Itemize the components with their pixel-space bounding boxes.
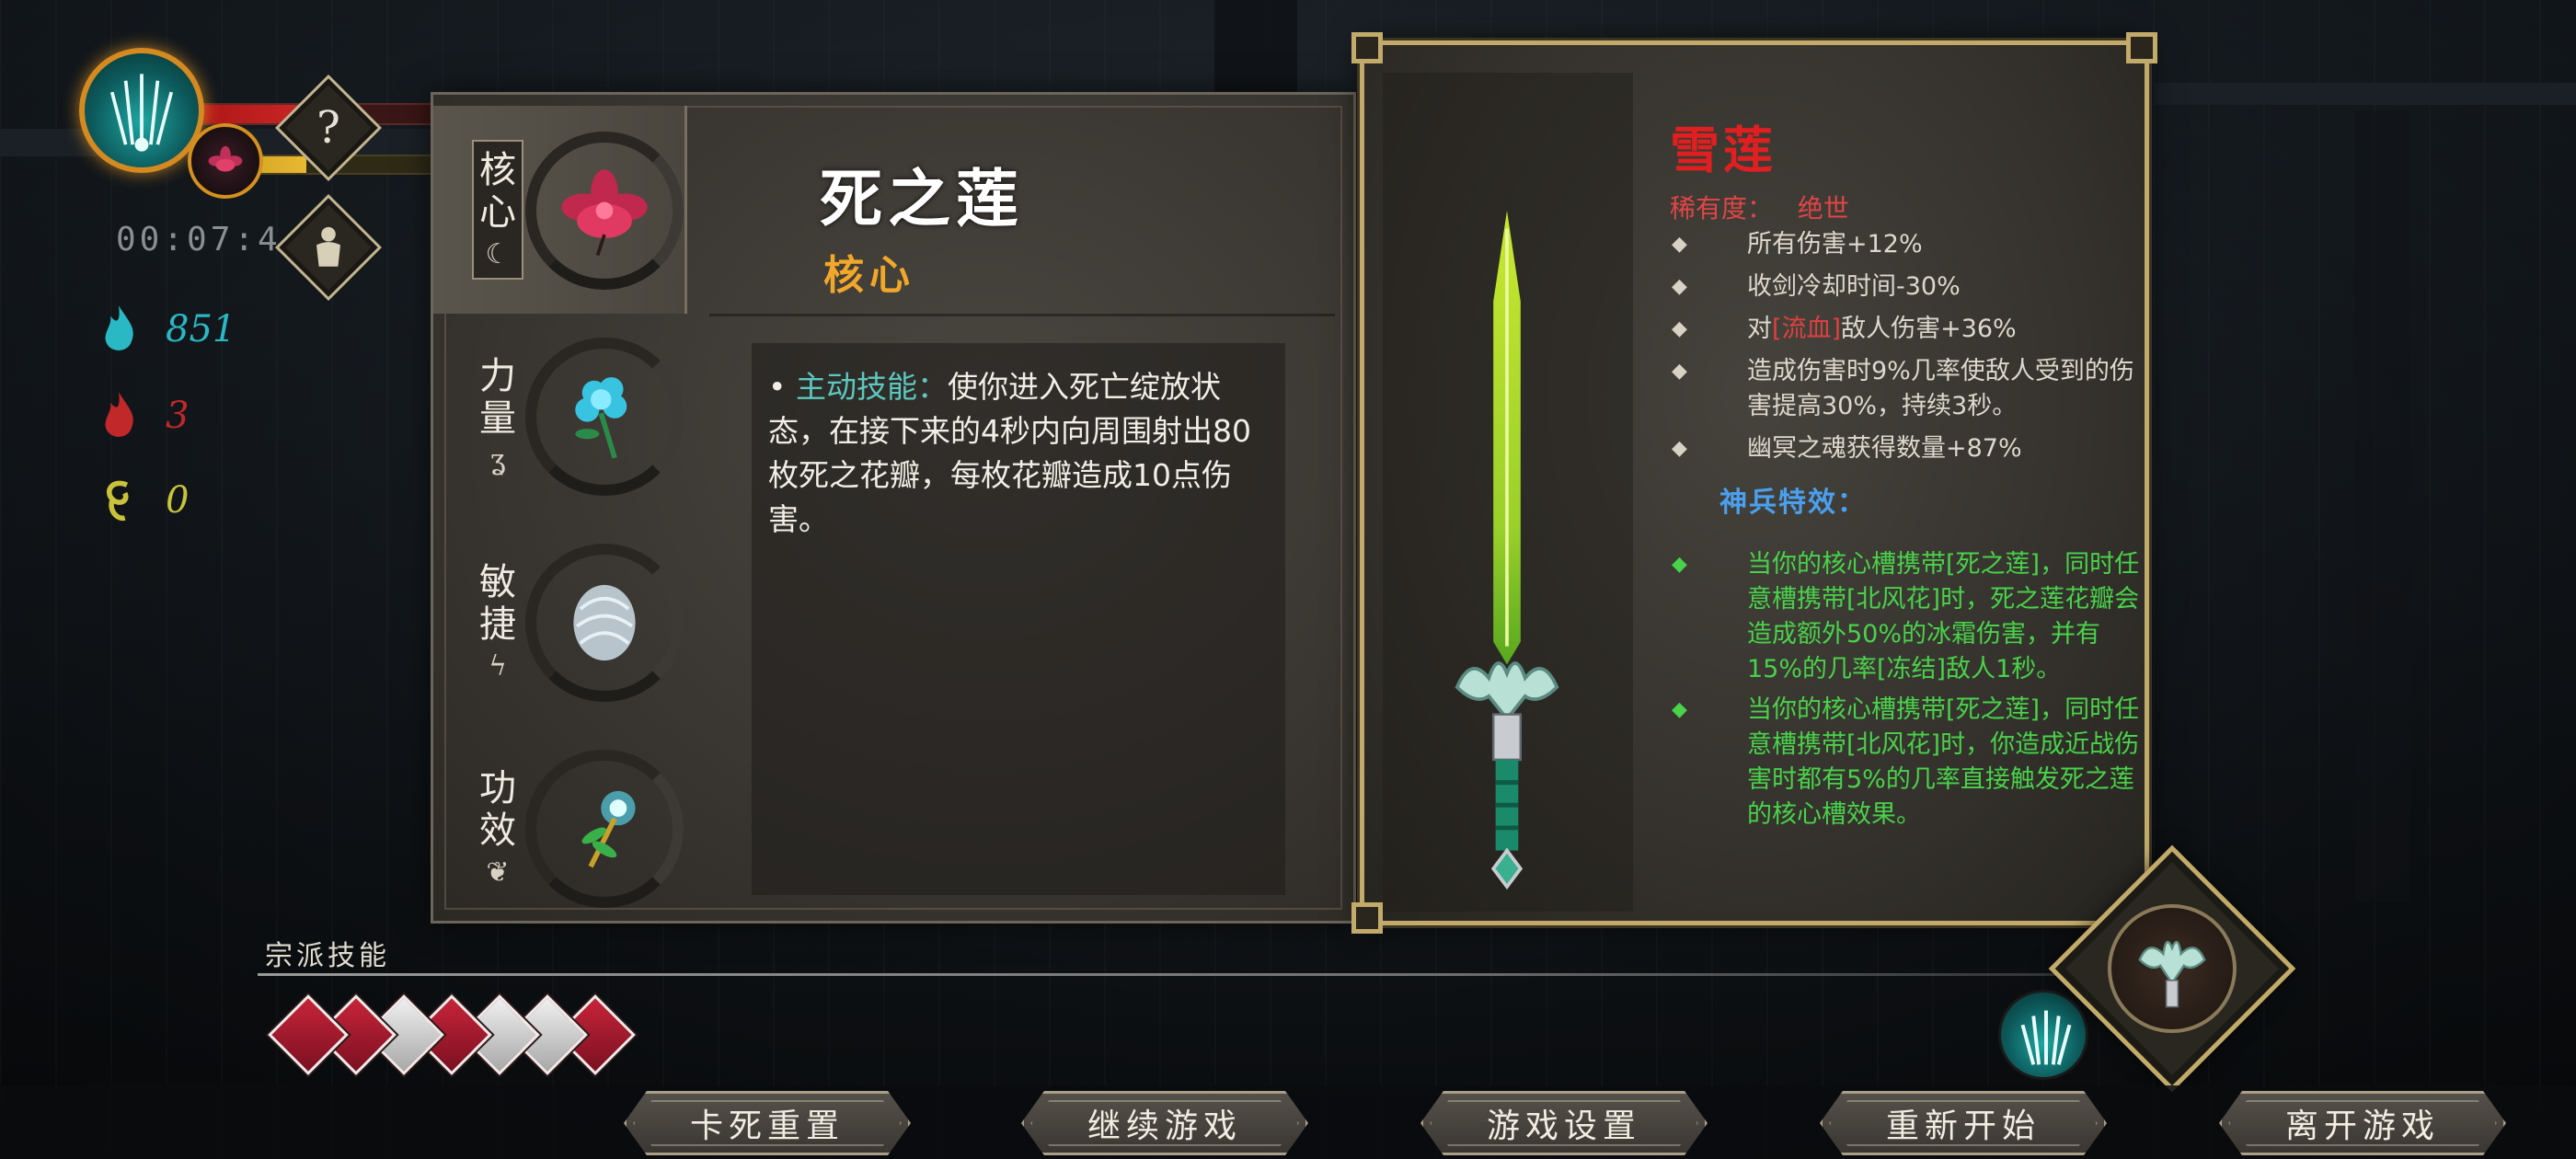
tab-agility-label: 敏捷 ϟ bbox=[479, 560, 516, 683]
sect-skills-label: 宗派技能 bbox=[265, 940, 390, 972]
question-icon: ? bbox=[316, 102, 340, 154]
weapon-stat: ◆ 幽冥之魂获得数量+87% bbox=[1664, 431, 2143, 466]
cyan-flame-icon bbox=[105, 305, 133, 350]
diamond-bullet-icon: ◆ bbox=[1672, 437, 1687, 460]
restart-game-button[interactable]: 重新开始 bbox=[1820, 1091, 2107, 1155]
slot-tabs: 核心 ☾ 力量 ʓ 敏 捷 ϟ 功 效 ❦ bbox=[433, 95, 687, 921]
sect-divider bbox=[258, 973, 2208, 976]
spirit-swirl-icon bbox=[106, 480, 129, 522]
item-slot-type: 核心 bbox=[823, 252, 915, 299]
glowing-flower-icon bbox=[581, 790, 636, 868]
tab-efficacy[interactable]: 功效 ❦ bbox=[433, 724, 687, 932]
tab-core-label: 核心 ☾ bbox=[472, 139, 523, 281]
bg-pillar bbox=[2355, 110, 2410, 901]
red-lotus-icon bbox=[561, 169, 648, 257]
item-description: • 主动技能：使你进入死亡绽放状态，在接下来的4秒内向周围射出80枚死之花瓣，每… bbox=[752, 343, 1285, 895]
sword-guard-icon bbox=[2108, 904, 2237, 1033]
tab-strength-label: 力量 ʓ bbox=[479, 354, 516, 476]
tab-agility[interactable]: 敏捷 ϟ bbox=[433, 518, 687, 726]
rarity-value: 绝世 bbox=[1797, 193, 1849, 224]
leaf-icon: ❦ bbox=[486, 855, 510, 889]
weapon-stats: ◆ 所有伤害+12% ◆ 收剑冷却时间-30% ◆ 对[流血]敌人伤害+36% ◆ 造成… bbox=[1664, 227, 2143, 474]
tab-strength[interactable]: 力量 ʓ bbox=[433, 312, 687, 520]
slot-ring[interactable] bbox=[525, 338, 684, 496]
tab-core[interactable]: 核心 ☾ bbox=[433, 106, 687, 314]
weapon-stat: ◆ 收剑冷却时间-30% bbox=[1664, 270, 2143, 304]
weapon-name: 雪莲 bbox=[1670, 120, 1777, 179]
diamond-bullet-icon: ◆ bbox=[1672, 360, 1687, 383]
diamond-bullet-icon: ◆ bbox=[1672, 275, 1687, 298]
leave-game-button[interactable]: 离开游戏 bbox=[2219, 1091, 2506, 1155]
core-orb-icon[interactable] bbox=[188, 123, 263, 199]
game-settings-button[interactable]: 游戏设置 bbox=[1420, 1091, 1708, 1155]
weapon-stat: ◆ 造成伤害时9%几率使敌人受到的伤害提高30%，持续3秒。 bbox=[1664, 354, 2143, 424]
blue-flower-icon bbox=[575, 377, 627, 459]
diamond-bullet-icon: ◆ bbox=[1672, 233, 1687, 256]
rarity-label: 稀有度： bbox=[1670, 193, 1774, 224]
blood-count: 3 bbox=[166, 395, 190, 437]
desc-keyword: 主动技能： bbox=[795, 369, 948, 405]
weapon-preview bbox=[1383, 73, 1633, 912]
fist-icon: ʓ bbox=[489, 443, 506, 476]
diamond-bullet-icon: ◆ bbox=[1672, 317, 1687, 340]
weapon-rarity: 稀有度： 绝世 bbox=[1670, 189, 1849, 225]
character-icon bbox=[293, 212, 363, 282]
stat-soul: 851 bbox=[98, 304, 236, 355]
stat-blood: 3 bbox=[98, 390, 189, 442]
diamond-bullet-icon: ◆ bbox=[1672, 553, 1687, 576]
weapon-stat: ◆ 所有伤害+12% bbox=[1664, 227, 2143, 262]
slot-ring[interactable] bbox=[525, 544, 684, 702]
soul-count: 851 bbox=[166, 308, 236, 350]
spirit-count: 0 bbox=[166, 479, 190, 522]
tab-efficacy-label: 功效 ❦ bbox=[479, 766, 516, 889]
bg-beam bbox=[2153, 83, 2576, 105]
panel-corner bbox=[1351, 902, 1383, 934]
white-orb-icon bbox=[573, 584, 636, 661]
runner-icon: ϟ bbox=[489, 649, 507, 683]
weapon-stat: ◆ 对[流血]敌人伤害+36% bbox=[1664, 312, 2143, 347]
stat-spirit: 0 bbox=[98, 475, 189, 526]
weapon-detail-panel: 雪莲 稀有度： 绝世 ◆ 所有伤害+12% ◆ 收剑冷却时间-30% ◆ 对[流血]敌… bbox=[1351, 32, 2157, 934]
item-title: 死之莲 bbox=[820, 163, 1025, 236]
game-timer: 00:07:4 bbox=[116, 221, 282, 258]
special-effects: ◆ 当你的核心槽携带[死之莲]，同时任意槽携带[北风花]时，死之莲花瓣会造成额外5… bbox=[1664, 547, 2145, 838]
slot-ring[interactable] bbox=[525, 750, 684, 908]
special-effects-title: 神兵特效： bbox=[1719, 487, 1867, 519]
moon-icon: ☾ bbox=[485, 237, 511, 270]
secondary-weapon-icon[interactable] bbox=[1998, 990, 2088, 1080]
item-panel: 核心 ☾ 力量 ʓ 敏 捷 ϟ 功 效 ❦ 死之莲 核心 • 主动技能：使你进入… bbox=[431, 92, 1356, 924]
equipped-weapon-icon[interactable] bbox=[79, 48, 204, 173]
sword-icon bbox=[1455, 211, 1559, 890]
continue-game-button[interactable]: 继续游戏 bbox=[1021, 1091, 1308, 1155]
red-flame-icon bbox=[105, 392, 133, 437]
special-effect: ◆ 当你的核心槽携带[死之莲]，同时任意槽携带[北风花]时，死之莲花瓣会造成额外5… bbox=[1664, 547, 2145, 687]
desc-bullet: • bbox=[768, 369, 787, 405]
unstuck-reset-button[interactable]: 卡死重置 bbox=[624, 1091, 911, 1155]
panel-corner bbox=[1351, 32, 1383, 63]
slot-ring[interactable] bbox=[525, 132, 684, 290]
panel-corner bbox=[2126, 32, 2157, 63]
divider bbox=[709, 314, 1335, 316]
bleed-keyword: [流血] bbox=[1772, 315, 1842, 343]
diamond-bullet-icon: ◆ bbox=[1672, 698, 1687, 721]
special-effect: ◆ 当你的核心槽携带[死之莲]，同时任意槽携带[北风花]时，你造成近战伤害时都有5… bbox=[1664, 693, 2145, 832]
